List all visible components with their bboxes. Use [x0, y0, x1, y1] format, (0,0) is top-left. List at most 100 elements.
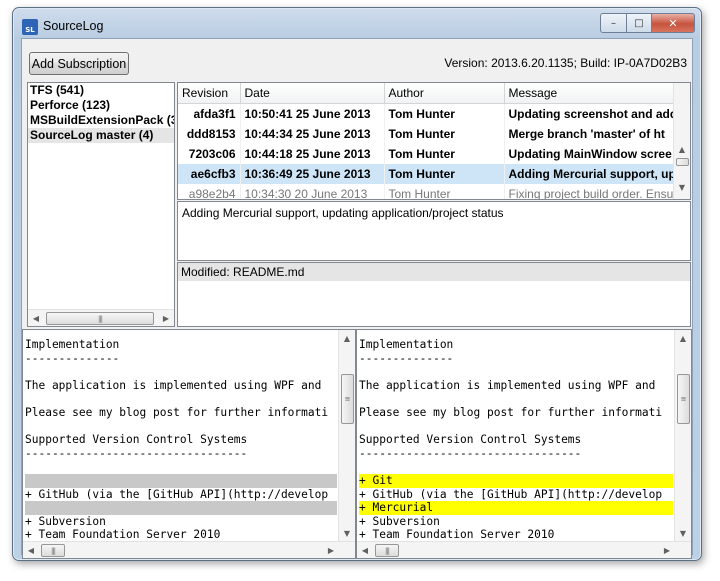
cell-author: Tom Hunter — [384, 164, 505, 184]
diff-line: + GitHub (via the [GitHub API](http://de… — [359, 487, 663, 501]
diff-line — [25, 473, 337, 488]
scroll-left-icon[interactable]: ◀ — [357, 542, 373, 558]
version-label: Version: 2013.6.20.1135; Build: IP-0A7D0… — [444, 56, 687, 70]
cell-author: Tom Hunter — [384, 184, 505, 199]
table-row[interactable]: ddd8153 10:44:34 25 June 2013 Tom Hunter Me… — [178, 124, 683, 144]
diff-old-lines: Implementation -------------- The applicat… — [25, 338, 337, 542]
scroll-left-icon[interactable]: ◀ — [23, 542, 39, 558]
scroll-thumb[interactable]: ||| — [46, 312, 154, 325]
grid-body: afda3f1 10:50:41 25 June 2013 Tom Hunter Up… — [178, 103, 683, 199]
cell-author: Tom Hunter — [384, 144, 505, 164]
diff-line: Supported Version Control Systems — [25, 433, 248, 447]
maximize-button[interactable]: □ — [627, 13, 652, 33]
diff-line: -------------- — [359, 351, 454, 365]
diff-line — [359, 365, 673, 379]
client-area: Add Subscription Version: 2013.6.20.1135… — [21, 38, 693, 559]
table-row[interactable]: a98e2b4 10:34:30 20 June 2013 Tom Hunter Fi… — [178, 184, 683, 199]
diff-line: Supported Version Control Systems — [359, 433, 582, 447]
diff-line — [25, 460, 337, 474]
subscription-hscrollbar[interactable]: ◀ ||| ▶ — [28, 309, 174, 326]
table-row[interactable]: 7203c06 10:44:18 25 June 2013 Tom Hunter Up… — [178, 144, 683, 164]
diff-line: + GitHub (via the [GitHub API](http://de… — [25, 487, 329, 501]
diff-new-hscrollbar[interactable]: ◀ ||| ▶ — [357, 541, 691, 558]
scroll-down-icon[interactable]: ▼ — [675, 525, 691, 541]
scroll-up-icon[interactable]: ▲ — [674, 141, 690, 157]
table-row[interactable]: afda3f1 10:50:41 25 June 2013 Tom Hunter Up… — [178, 103, 683, 124]
cell-revision: ddd8153 — [178, 124, 241, 144]
diff-line: + Subversion — [25, 514, 106, 528]
cell-message: Merge branch 'master' of ht — [504, 124, 683, 144]
column-header-revision[interactable]: Revision — [178, 83, 241, 104]
diff-old-pane[interactable]: Implementation -------------- The applicat… — [22, 329, 356, 559]
scroll-thumb[interactable]: ≡ — [677, 374, 690, 424]
diff-line: + Subversion — [359, 514, 440, 528]
subscription-item[interactable]: TFS (541) — [28, 83, 174, 98]
diff-line — [25, 365, 337, 379]
column-header-author[interactable]: Author — [384, 83, 505, 104]
cell-date: 10:50:41 25 June 2013 — [240, 103, 385, 124]
cell-message: Adding Mercurial support, up — [504, 164, 683, 184]
scroll-up-icon[interactable]: ▲ — [339, 330, 355, 346]
scroll-thumb[interactable]: ||| — [375, 544, 399, 557]
scroll-right-icon[interactable]: ▶ — [158, 310, 174, 326]
subscription-list[interactable]: TFS (541) Perforce (123) MSBuildExtensionP… — [27, 82, 175, 327]
diff-old-hscrollbar[interactable]: ◀ ||| ▶ — [23, 541, 355, 558]
diff-line — [25, 420, 337, 434]
diff-new-lines: Implementation -------------- The applicat… — [359, 338, 673, 542]
diff-line — [359, 460, 673, 474]
changed-file-item[interactable]: Modified: README.md — [178, 263, 690, 281]
diff-line: Please see my blog post for further info… — [25, 405, 329, 419]
scroll-right-icon[interactable]: ▶ — [659, 542, 675, 558]
table-row[interactable]: ae6cfb3 10:36:49 25 June 2013 Tom Hunter Ad… — [178, 164, 683, 184]
column-header-date[interactable]: Date — [240, 83, 385, 104]
diff-line: Implementation — [359, 338, 454, 351]
app-icon: SL — [22, 19, 38, 35]
commit-message-box[interactable]: Adding Mercurial support, updating appli… — [177, 201, 691, 261]
main-window: SL SourceLog – □ ✕ Add Subscription Vers… — [12, 7, 702, 561]
cell-date: 10:44:34 25 June 2013 — [240, 124, 385, 144]
diff-new-pane[interactable]: Implementation -------------- The applicat… — [356, 329, 692, 559]
close-button[interactable]: ✕ — [652, 13, 695, 33]
scroll-left-icon[interactable]: ◀ — [28, 310, 44, 326]
minimize-button[interactable]: – — [600, 13, 627, 33]
diff-line: Implementation — [25, 338, 120, 351]
cell-revision: afda3f1 — [178, 103, 241, 124]
commit-message: Adding Mercurial support, updating appli… — [182, 206, 504, 220]
grid-header: Revision Date Author Message — [178, 83, 683, 104]
diff-line — [359, 392, 673, 406]
scroll-down-icon[interactable]: ▼ — [339, 525, 355, 541]
diff-old-vscrollbar[interactable]: ▲ ≡ ▼ — [338, 330, 355, 541]
scroll-up-icon[interactable]: ▲ — [675, 330, 691, 346]
changed-files-list[interactable]: Modified: README.md — [177, 262, 691, 327]
caption-buttons: – □ ✕ — [600, 13, 695, 33]
column-header-message[interactable]: Message — [504, 83, 683, 104]
revision-log-grid[interactable]: Revision Date Author Message afda3f1 10:50:4… — [177, 82, 691, 200]
diff-line — [359, 420, 673, 434]
window-title: SourceLog — [43, 19, 104, 33]
cell-message: Fixing project build order. Ensu — [504, 184, 683, 199]
grid-vscrollbar[interactable]: ▲ ▼ — [673, 83, 690, 199]
diff-line — [25, 501, 337, 515]
add-subscription-button[interactable]: Add Subscription — [29, 52, 129, 75]
diff-new-vscrollbar[interactable]: ▲ ≡ ▼ — [674, 330, 691, 541]
cell-message: Updating MainWindow scree — [504, 144, 683, 164]
diff-line: The application is implemented using WPF… — [359, 378, 656, 392]
subscription-item[interactable]: SourceLog master (4) — [28, 128, 174, 143]
cell-revision: a98e2b4 — [178, 184, 241, 199]
scroll-thumb[interactable]: ||| — [41, 544, 65, 557]
cell-author: Tom Hunter — [384, 124, 505, 144]
cell-date: 10:44:18 25 June 2013 — [240, 144, 385, 164]
cell-author: Tom Hunter — [384, 103, 505, 124]
scroll-thumb[interactable]: ≡ — [341, 374, 354, 424]
subscription-items: TFS (541) Perforce (123) MSBuildExtensionP… — [28, 83, 174, 143]
cell-revision: 7203c06 — [178, 144, 241, 164]
subscription-item[interactable]: MSBuildExtensionPack (30 — [28, 113, 174, 128]
scroll-thumb[interactable] — [676, 158, 689, 166]
subscription-item[interactable]: Perforce (123) — [28, 98, 174, 113]
diff-line: Please see my blog post for further info… — [359, 405, 663, 419]
scroll-down-icon[interactable]: ▼ — [674, 179, 690, 195]
diff-line: + Team Foundation Server 2010 — [25, 528, 221, 542]
title-bar[interactable]: SL SourceLog – □ ✕ — [13, 8, 701, 38]
scroll-right-icon[interactable]: ▶ — [323, 542, 339, 558]
diff-line: The application is implemented using WPF… — [25, 378, 322, 392]
